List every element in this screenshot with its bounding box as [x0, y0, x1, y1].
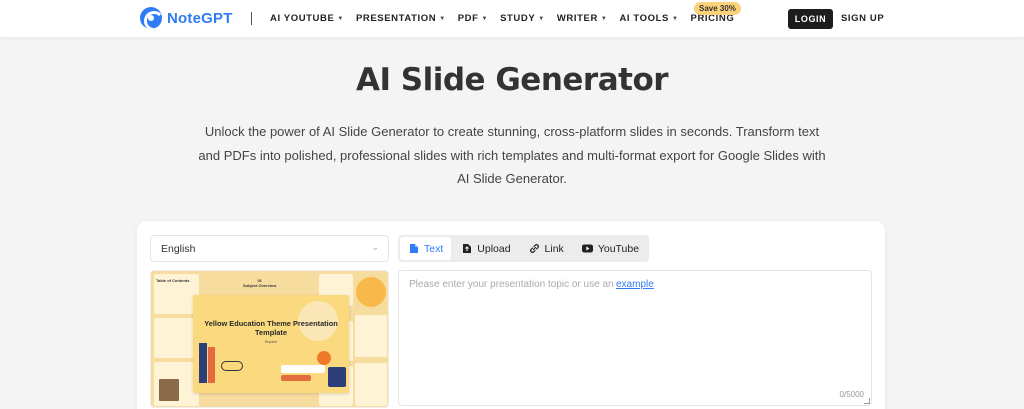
nav-ai-tools[interactable]: AI TOOLS ▼: [619, 13, 678, 24]
nav-label: STUDY: [500, 13, 536, 24]
nav-label: AI TOOLS: [619, 13, 669, 24]
nav-pdf[interactable]: PDF ▼: [458, 13, 488, 24]
page-title: AI Slide Generator: [355, 62, 669, 98]
caret-down-icon: ▼: [481, 15, 489, 22]
photo-placeholder: [159, 379, 179, 401]
language-select[interactable]: English ⌄: [150, 235, 389, 262]
signup-button[interactable]: SIGN UP: [841, 13, 884, 24]
topic-textarea[interactable]: Please enter your presentation topic or …: [398, 270, 872, 406]
caret-down-icon: ▼: [538, 15, 545, 22]
chevron-down-icon: ⌄: [371, 242, 379, 252]
login-button[interactable]: LOGIN: [788, 9, 833, 29]
resize-handle-icon[interactable]: [864, 398, 870, 404]
book-illustration: [199, 343, 207, 383]
template-title-slide: Yellow Education Theme Presentation Temp…: [193, 295, 349, 393]
tab-text[interactable]: Text: [400, 237, 452, 260]
decorative-circle: [356, 277, 386, 307]
template-preview[interactable]: Table of Contents 01 Subject Overview Ye…: [150, 270, 389, 408]
toc-label: Table of Contents: [156, 278, 190, 283]
tab-youtube[interactable]: YouTube: [574, 237, 647, 260]
caret-down-icon: ▼: [337, 15, 344, 22]
example-link[interactable]: example: [616, 279, 654, 290]
tab-label: Text: [424, 242, 444, 255]
link-icon: [529, 243, 540, 254]
notegpt-logo-icon: [140, 7, 162, 29]
top-navbar: NoteGPT AI YOUTUBE ▼ PRESENTATION ▼ PDF ▼ S…: [0, 0, 1024, 38]
nav-label: WRITER: [556, 13, 598, 24]
apple-illustration: [317, 351, 331, 365]
youtube-icon: [581, 243, 593, 254]
tab-label: Upload: [477, 242, 511, 255]
upload-file-icon: [461, 243, 472, 254]
tab-upload[interactable]: Upload: [453, 237, 518, 260]
language-value: English: [161, 243, 196, 255]
nav-label: PRESENTATION: [355, 13, 437, 24]
input-source-tabs: Text Upload Link YouTube: [398, 235, 650, 262]
template-title: Yellow Education Theme Presentation Temp…: [204, 319, 338, 337]
tab-label: Link: [544, 242, 564, 255]
textarea-placeholder: Please enter your presentation topic or …: [409, 279, 614, 290]
document-icon: [408, 243, 419, 254]
header-divider: [251, 12, 252, 25]
nav-presentation[interactable]: PRESENTATION ▼: [356, 13, 446, 24]
caret-down-icon: ▼: [600, 15, 608, 22]
text-bar: [281, 375, 311, 381]
nav-label: PDF: [457, 13, 479, 24]
caret-down-icon: ▼: [439, 15, 446, 22]
template-tile: [355, 363, 387, 406]
template-subtitle: Reporter: [264, 340, 278, 344]
nav-writer[interactable]: WRITER ▼: [557, 13, 608, 24]
tab-link[interactable]: Link: [521, 237, 572, 260]
save-badge: Save 30%: [694, 2, 741, 15]
nav-ai-youtube[interactable]: AI YOUTUBE ▼: [270, 13, 344, 24]
template-tile: [355, 315, 387, 357]
nav-study[interactable]: STUDY ▼: [500, 13, 545, 24]
page-description: Unlock the power of AI Slide Generator t…: [198, 124, 826, 186]
character-counter: 0/5000: [839, 390, 864, 399]
book-illustration: [328, 367, 346, 387]
text-bar: [281, 365, 325, 373]
book-illustration: [208, 347, 215, 383]
main-nav: AI YOUTUBE ▼ PRESENTATION ▼ PDF ▼ STUDY ▼ WR…: [270, 13, 734, 24]
tab-label: YouTube: [597, 242, 640, 255]
logo-text: NoteGPT: [167, 9, 233, 27]
subject-overview-label: 01 Subject Overview: [243, 278, 277, 288]
nav-label: AI YOUTUBE: [270, 13, 335, 24]
generator-card: English ⌄ Text Upload Link YouTube Table…: [137, 221, 885, 409]
caret-down-icon: ▼: [671, 15, 679, 22]
glasses-illustration: [221, 361, 243, 371]
notegpt-logo[interactable]: NoteGPT: [140, 7, 233, 29]
